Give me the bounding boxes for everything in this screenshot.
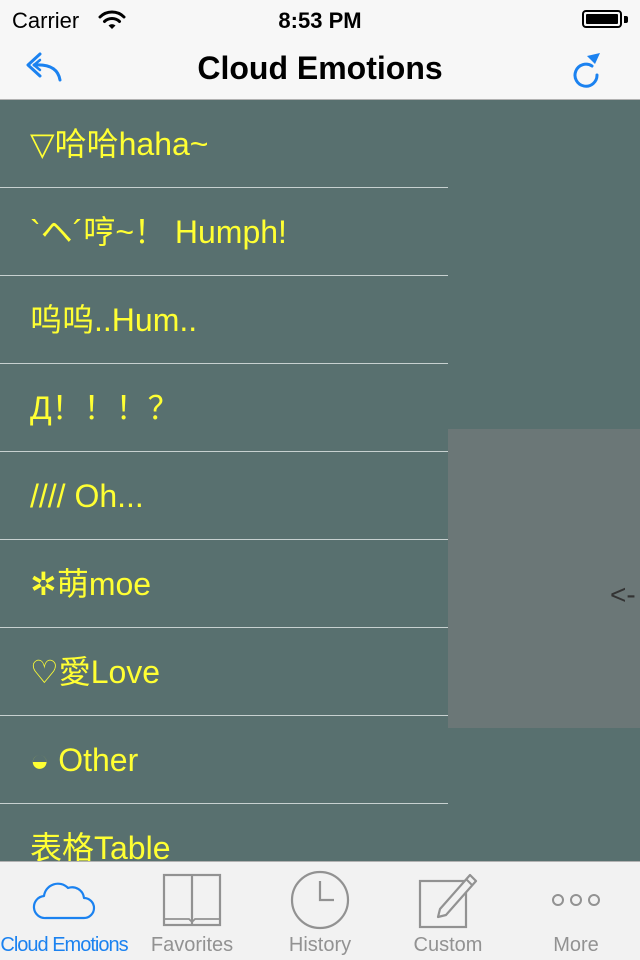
refresh-icon <box>572 53 604 92</box>
book-icon <box>128 870 256 930</box>
refresh-button[interactable] <box>572 48 616 92</box>
list-item[interactable]: ▽哈哈haha~ <box>0 100 448 188</box>
pencil-icon <box>384 870 512 930</box>
list-item[interactable]: ◒ Other <box>0 716 448 804</box>
tab-label: Custom <box>413 934 483 956</box>
list-item[interactable]: //// Oh... <box>0 452 448 540</box>
navigation-bar: Cloud Emotions <box>0 40 640 100</box>
page-title: Cloud Emotions <box>197 50 443 86</box>
tab-label: More <box>553 934 599 956</box>
tab-label: Cloud Emotions <box>0 934 128 956</box>
list-item[interactable]: 呜呜..Hum.. <box>0 276 448 364</box>
tab-cloud-emotions[interactable]: Cloud Emotions <box>0 862 129 960</box>
status-bar: Carrier 8:53 PM <box>0 0 640 40</box>
list-item[interactable]: ✲萌moe <box>0 540 448 628</box>
tab-label: Favorites <box>150 934 234 956</box>
list-item[interactable]: ♡愛Love <box>0 628 448 716</box>
list-item[interactable]: 表格Table <box>0 804 448 861</box>
tab-label: History <box>288 934 352 956</box>
emotion-category-content: ▽哈哈haha~ `ヘ´哼~！ Humph! 呜呜..Hum.. Д！！！？ /… <box>0 100 640 861</box>
cloud-icon <box>0 870 128 930</box>
more-dots-icon <box>512 870 640 930</box>
list-item[interactable]: Д！！！？ <box>0 364 448 452</box>
list-item[interactable]: `ヘ´哼~！ Humph! <box>0 188 448 276</box>
tab-more[interactable]: More <box>512 862 640 960</box>
tab-bar: Cloud Emotions Favorites History Custom … <box>0 861 640 960</box>
side-drawer-handle[interactable]: <- <box>448 429 640 728</box>
drawer-arrow-label: <- <box>610 579 636 610</box>
emotion-category-list: ▽哈哈haha~ `ヘ´哼~！ Humph! 呜呜..Hum.. Д！！！？ /… <box>0 100 448 861</box>
status-time: 8:53 PM <box>278 8 362 33</box>
clock-icon <box>256 870 384 930</box>
tab-favorites[interactable]: Favorites <box>128 862 256 960</box>
tab-custom[interactable]: Custom <box>384 862 512 960</box>
battery-icon <box>582 10 628 30</box>
tab-history[interactable]: History <box>256 862 384 960</box>
